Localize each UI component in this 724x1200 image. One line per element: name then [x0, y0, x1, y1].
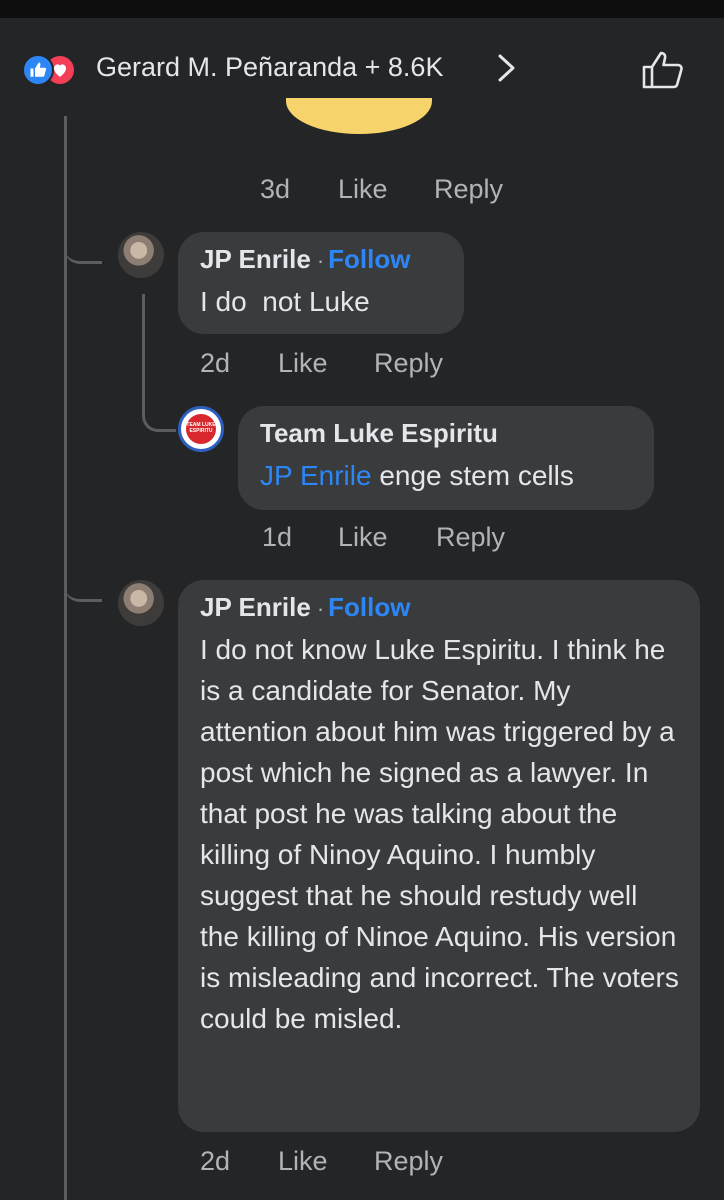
thread-connector [64, 580, 102, 602]
chevron-right-icon[interactable] [494, 52, 520, 84]
comment-author[interactable]: JP Enrile [200, 592, 311, 622]
status-bar [0, 0, 724, 18]
separator-dot: · [316, 248, 325, 273]
reaction-icons [22, 54, 90, 88]
follow-button[interactable]: Follow [328, 592, 410, 622]
thumbs-up-outline-icon[interactable] [640, 50, 686, 90]
thumbs-up-icon [22, 54, 54, 86]
comment-author[interactable]: Team Luke Espiritu [260, 418, 498, 448]
comment-actions: 2d Like Reply [200, 348, 443, 379]
comment-bubble[interactable]: JP Enrile · Follow I do not know Luke Espi… [178, 580, 700, 1132]
comment-text: I do not know Luke Espiritu. I think he … [200, 634, 679, 1034]
comment-time: 2d [200, 1146, 231, 1176]
thread-connector [142, 394, 176, 432]
reply-button[interactable]: Reply [434, 174, 503, 205]
comment-time: 2d [200, 348, 231, 378]
avatar[interactable] [118, 232, 164, 278]
avatar[interactable]: TEAM LUKE ESPIRITU [178, 406, 224, 452]
comment-bubble[interactable]: JP Enrile · Follow I do not Luke [178, 232, 464, 334]
like-button[interactable]: Like [338, 174, 434, 205]
comment-text: I do not Luke [200, 286, 370, 317]
reply-button[interactable]: Reply [374, 1146, 443, 1177]
comment-actions: 3d Like Reply [260, 174, 503, 205]
thread-line-main [64, 116, 67, 1200]
reply-button[interactable]: Reply [436, 522, 505, 553]
thread-connector [64, 230, 102, 264]
follow-button[interactable]: Follow [328, 244, 410, 274]
avatar[interactable] [118, 580, 164, 626]
like-button[interactable]: Like [278, 1146, 374, 1177]
comment-time: 3d [260, 174, 291, 204]
mention-link[interactable]: JP Enrile [260, 460, 372, 491]
like-button[interactable]: Like [278, 348, 374, 379]
reactions-header[interactable]: Gerard M. Peñaranda + 8.6K [0, 38, 724, 98]
comment-text: enge stem cells [371, 460, 574, 491]
team-logo: TEAM LUKE ESPIRITU [186, 414, 216, 444]
reply-button[interactable]: Reply [374, 348, 443, 379]
reaction-summary[interactable]: Gerard M. Peñaranda + 8.6K [96, 52, 443, 83]
comment-bubble[interactable]: Team Luke Espiritu JP Enrile enge stem c… [238, 406, 654, 510]
comment-author[interactable]: JP Enrile [200, 244, 311, 274]
separator-dot: · [316, 596, 325, 621]
comment-time: 1d [262, 522, 293, 552]
comment-actions: 1d Like Reply [262, 522, 505, 553]
comment-actions: 2d Like Reply [200, 1146, 443, 1177]
like-button[interactable]: Like [338, 522, 436, 553]
sticker-image[interactable] [286, 98, 432, 134]
